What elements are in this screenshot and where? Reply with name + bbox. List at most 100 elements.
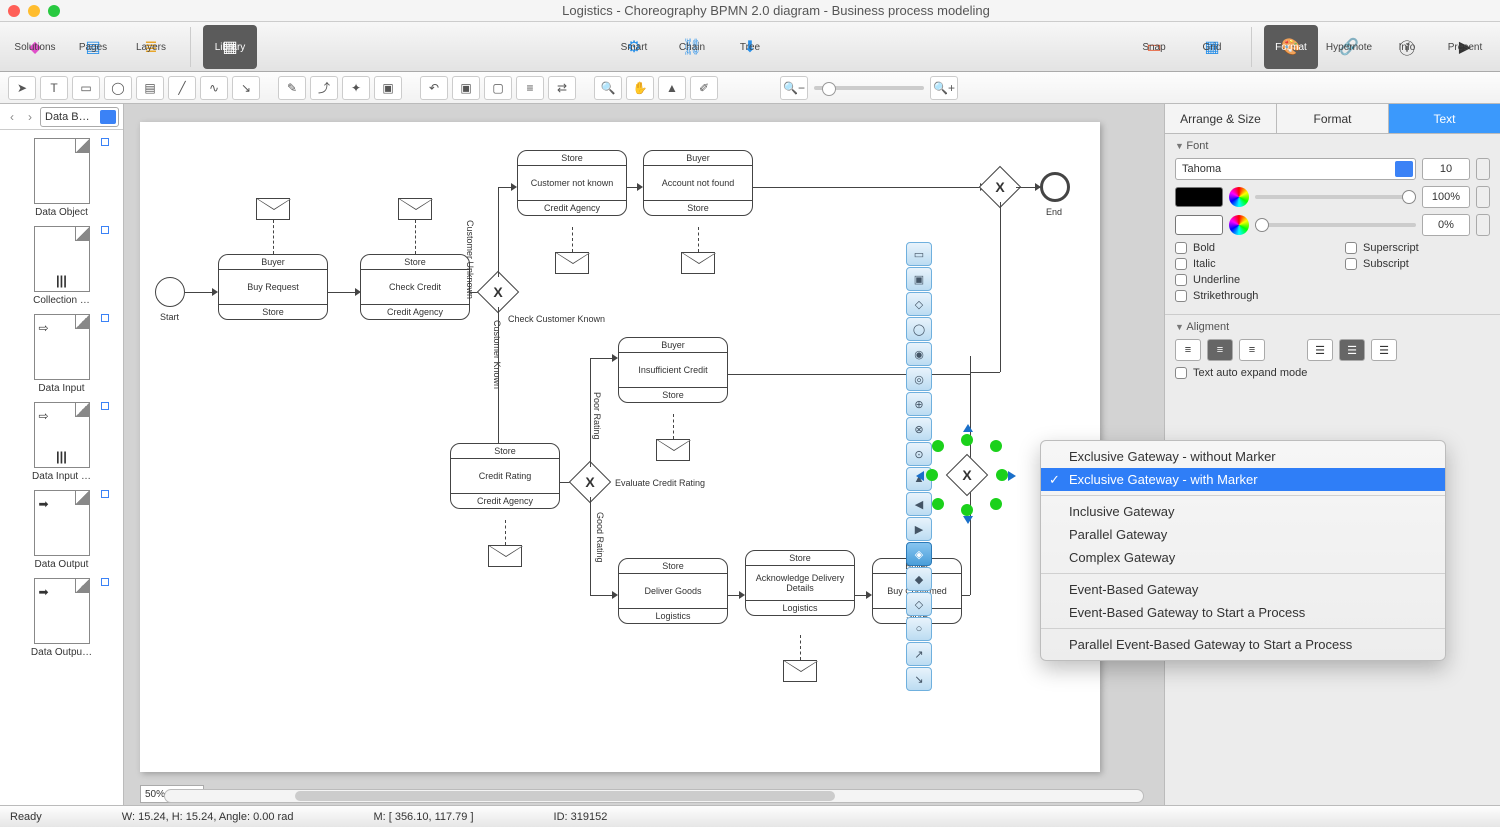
palette-btn-15[interactable]: ◇: [906, 592, 932, 616]
minimize-window-icon[interactable]: [28, 5, 40, 17]
bg-color-well[interactable]: [1175, 215, 1223, 235]
format-panel-button[interactable]: 🎨Format: [1264, 25, 1318, 69]
ellipse-tool[interactable]: ◯: [104, 76, 132, 100]
text-opacity-slider[interactable]: [1255, 195, 1416, 199]
menu-item[interactable]: Event-Based Gateway: [1041, 578, 1445, 601]
palette-btn-14[interactable]: ◆: [906, 567, 932, 591]
library-select[interactable]: Data B…: [40, 107, 119, 127]
node-cust-not-known[interactable]: Store Customer not known Credit Agency: [517, 150, 627, 216]
align-left-button[interactable]: ≡: [1175, 339, 1201, 361]
text-opacity-stepper[interactable]: [1476, 186, 1490, 208]
shape-data-output-2[interactable]: ➡Data Outpu…: [0, 574, 123, 662]
spline-tool[interactable]: ∿: [200, 76, 228, 100]
palette-btn-17[interactable]: ↗: [906, 642, 932, 666]
bg-opacity-slider[interactable]: [1255, 223, 1416, 227]
zoom-out-button[interactable]: 🔍−: [780, 76, 808, 100]
align-section-header[interactable]: Aligment: [1175, 321, 1490, 333]
menu-item[interactable]: Parallel Event-Based Gateway to Start a …: [1041, 633, 1445, 656]
menu-item[interactable]: Event-Based Gateway to Start a Process: [1041, 601, 1445, 624]
crop-tool[interactable]: ▣: [374, 76, 402, 100]
chain-button[interactable]: ⛓Chain: [665, 25, 719, 69]
palette-btn-9[interactable]: ⊙: [906, 442, 932, 466]
info-button[interactable]: ⓘInfo: [1380, 25, 1434, 69]
palette-btn-selected[interactable]: ◈: [906, 542, 932, 566]
align-right-button[interactable]: ≡: [1239, 339, 1265, 361]
undo-button[interactable]: ↶: [420, 76, 448, 100]
node-acct-not-found[interactable]: Buyer Account not found Store: [643, 150, 753, 216]
menu-item[interactable]: Parallel Gateway: [1041, 523, 1445, 546]
ungroup-button[interactable]: ▢: [484, 76, 512, 100]
palette-btn-4[interactable]: ◯: [906, 317, 932, 341]
node-check-credit[interactable]: Store Check Credit Credit Agency: [360, 254, 470, 320]
align-center-button[interactable]: ≡: [1207, 339, 1233, 361]
start-event[interactable]: [155, 277, 185, 307]
node-acknowledge[interactable]: Store Acknowledge Delivery Details Logis…: [745, 550, 855, 616]
palette-btn-7[interactable]: ⊕: [906, 392, 932, 416]
superscript-checkbox[interactable]: [1345, 242, 1357, 254]
pointer-tool[interactable]: ➤: [8, 76, 36, 100]
distribute-button[interactable]: ⇄: [548, 76, 576, 100]
node-insufficient-credit[interactable]: Buyer Insufficient Credit Store: [618, 337, 728, 403]
snap-button[interactable]: ▭Snap: [1127, 25, 1181, 69]
present-button[interactable]: ▶Present: [1438, 25, 1492, 69]
zoom-tool[interactable]: 🔍: [594, 76, 622, 100]
palette-btn-2[interactable]: ▣: [906, 267, 932, 291]
shape-data-output[interactable]: ➡Data Output: [0, 486, 123, 574]
text-opacity-value[interactable]: 100%: [1422, 186, 1470, 208]
palette-btn-12[interactable]: ▶: [906, 517, 932, 541]
library-fwd[interactable]: ›: [22, 109, 38, 125]
palette-btn-5[interactable]: ◉: [906, 342, 932, 366]
valign-mid-button[interactable]: ☰: [1339, 339, 1365, 361]
italic-checkbox[interactable]: [1175, 258, 1187, 270]
end-event[interactable]: [1040, 172, 1070, 202]
tab-text[interactable]: Text: [1389, 104, 1500, 133]
shape-data-input-2[interactable]: ⇨|||Data Input …: [0, 398, 123, 486]
layers-button[interactable]: ≣Layers: [124, 25, 178, 69]
subscript-checkbox[interactable]: [1345, 258, 1357, 270]
selected-shape[interactable]: X: [932, 440, 1002, 510]
node-buy-request[interactable]: Buyer Buy Request Store: [218, 254, 328, 320]
stamp-tool[interactable]: ▲: [658, 76, 686, 100]
bg-opacity-value[interactable]: 0%: [1422, 214, 1470, 236]
library-button[interactable]: ▦Library: [203, 25, 257, 69]
shape-data-input[interactable]: ⇨Data Input: [0, 310, 123, 398]
tab-format[interactable]: Format: [1277, 104, 1389, 133]
palette-btn-1[interactable]: ▭: [906, 242, 932, 266]
tab-arrange[interactable]: Arrange & Size: [1165, 104, 1277, 133]
menu-item[interactable]: Complex Gateway: [1041, 546, 1445, 569]
text-tool[interactable]: T: [40, 76, 68, 100]
shape-data-object[interactable]: Data Object: [0, 134, 123, 222]
solutions-button[interactable]: ◆Solutions: [8, 25, 62, 69]
font-family-select[interactable]: Tahoma: [1175, 158, 1416, 180]
font-section-header[interactable]: Font: [1175, 140, 1490, 152]
palette-btn-3[interactable]: ◇: [906, 292, 932, 316]
group-button[interactable]: ▣: [452, 76, 480, 100]
pages-button[interactable]: ▤Pages: [66, 25, 120, 69]
palette-btn-18[interactable]: ↘: [906, 667, 932, 691]
text-color-well[interactable]: [1175, 187, 1223, 207]
bold-checkbox[interactable]: [1175, 242, 1187, 254]
palette-btn-11[interactable]: ◀: [906, 492, 932, 516]
smart-button[interactable]: ⚙Smart: [607, 25, 661, 69]
grid-button[interactable]: ▦Grid: [1185, 25, 1239, 69]
color-picker-icon-2[interactable]: [1229, 215, 1249, 235]
tree-button[interactable]: ⬇Tree: [723, 25, 777, 69]
zoom-slider[interactable]: [814, 86, 924, 90]
eyedropper-tool[interactable]: ✐: [690, 76, 718, 100]
valign-top-button[interactable]: ☰: [1307, 339, 1333, 361]
menu-item[interactable]: Exclusive Gateway - without Marker: [1041, 445, 1445, 468]
node-credit-rating[interactable]: Store Credit Rating Credit Agency: [450, 443, 560, 509]
horizontal-scrollbar[interactable]: [164, 789, 1144, 803]
autoexpand-checkbox[interactable]: [1175, 367, 1187, 379]
pen-tool[interactable]: ✎: [278, 76, 306, 100]
menu-item-selected[interactable]: Exclusive Gateway - with Marker: [1041, 468, 1445, 491]
palette-btn-8[interactable]: ⊗: [906, 417, 932, 441]
list-tool[interactable]: ▤: [136, 76, 164, 100]
menu-item[interactable]: Inclusive Gateway: [1041, 500, 1445, 523]
hypernote-button[interactable]: 🔗Hypernote: [1322, 25, 1376, 69]
palette-btn-16[interactable]: ○: [906, 617, 932, 641]
node-tool[interactable]: ✦: [342, 76, 370, 100]
font-size-stepper[interactable]: [1476, 158, 1490, 180]
bg-opacity-stepper[interactable]: [1476, 214, 1490, 236]
shape-collection[interactable]: |||Collection …: [0, 222, 123, 310]
